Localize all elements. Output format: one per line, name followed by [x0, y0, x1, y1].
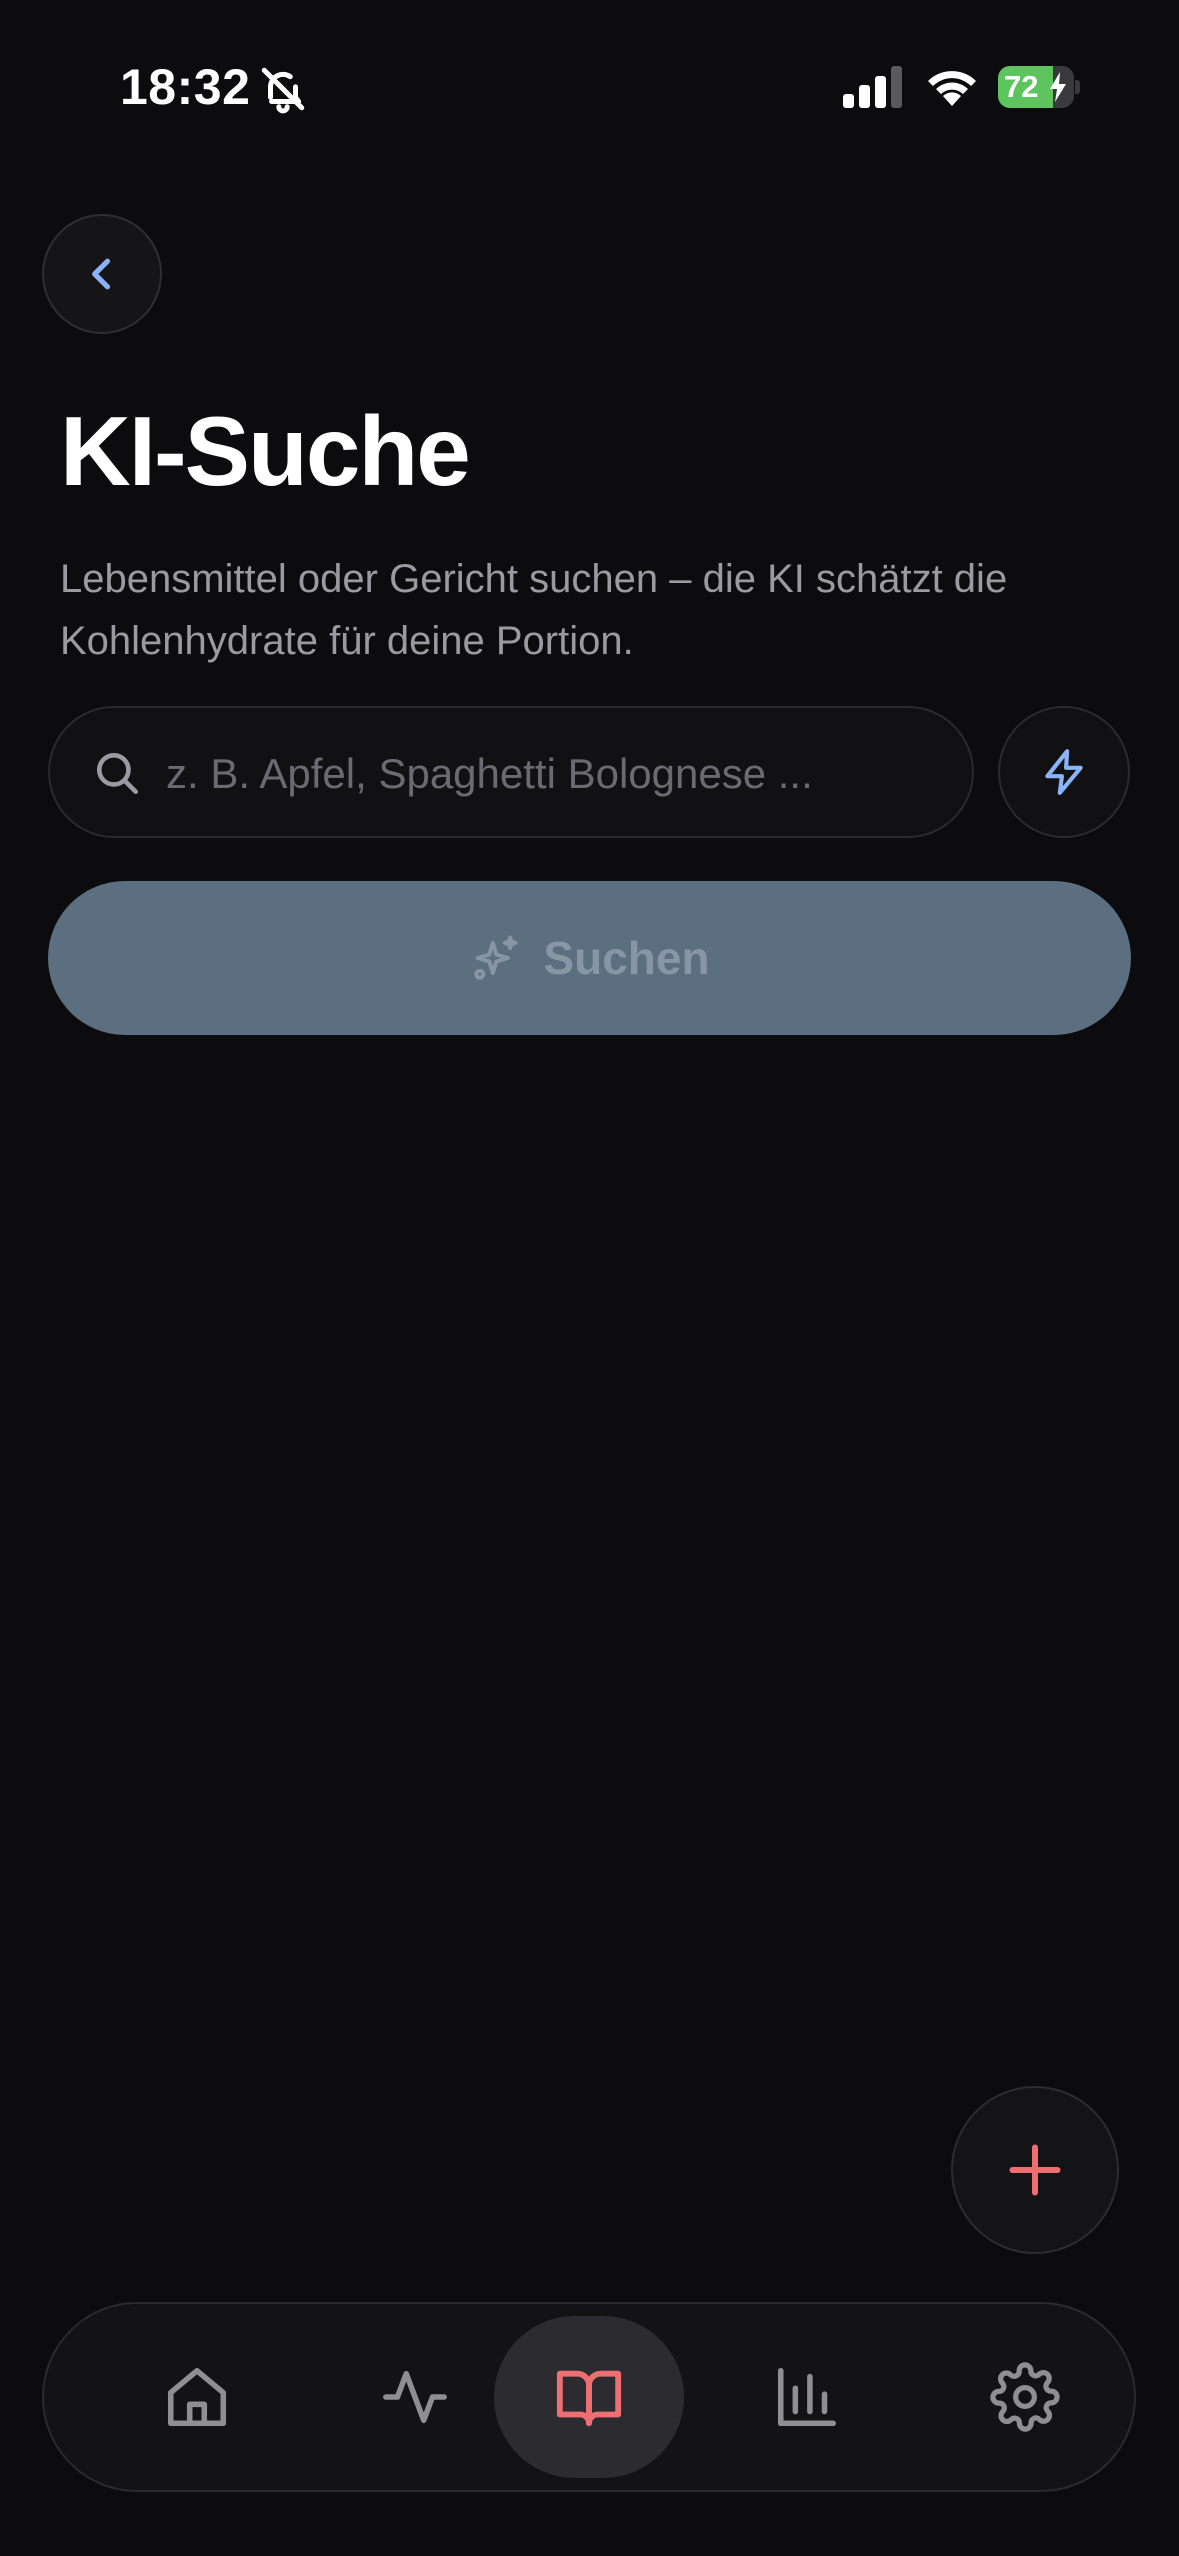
- home-icon: [167, 2367, 227, 2427]
- sparkles-icon: [474, 935, 518, 980]
- bar-chart-icon: [777, 2367, 837, 2427]
- activity-icon: [383, 2370, 447, 2424]
- add-button[interactable]: [951, 2086, 1119, 2254]
- tab-settings[interactable]: [930, 2316, 1120, 2478]
- tab-statistics[interactable]: [712, 2316, 902, 2478]
- battery-percent: 72: [1004, 69, 1039, 104]
- tab-bar: [42, 2302, 1136, 2492]
- search-input[interactable]: [166, 736, 946, 812]
- chevron-left-icon: [92, 258, 111, 290]
- status-bar: 18:32 72: [0, 0, 1179, 170]
- search-submit-button[interactable]: Suchen: [48, 881, 1131, 1035]
- search-field[interactable]: [48, 706, 974, 838]
- charging-bolt-icon: [1050, 72, 1066, 102]
- settings-gear-icon: [990, 2362, 1060, 2432]
- search-icon: [97, 753, 139, 795]
- tab-home[interactable]: [102, 2316, 292, 2478]
- ki-search-screen: 18:32 72 KI-Suche Lebensmittel oder Geri…: [0, 0, 1179, 2556]
- wifi-icon: [928, 71, 976, 106]
- status-time: 18:32: [120, 59, 251, 115]
- tab-activity[interactable]: [320, 2316, 510, 2478]
- cellular-signal-icon: [843, 66, 902, 108]
- page-subtitle: Lebensmittel oder Gericht suchen – die K…: [60, 557, 1008, 663]
- book-open-icon: [556, 2370, 622, 2427]
- plus-icon: [1009, 2144, 1061, 2196]
- battery-icon: 72: [998, 66, 1080, 108]
- quick-search-button[interactable]: [998, 706, 1130, 838]
- page-title: KI-Suche: [60, 396, 471, 506]
- lightning-icon: [1045, 749, 1083, 795]
- search-submit-label: Suchen: [543, 932, 710, 984]
- tab-library[interactable]: [494, 2316, 684, 2478]
- back-button[interactable]: [42, 214, 162, 334]
- bell-slash-icon: [261, 67, 305, 114]
